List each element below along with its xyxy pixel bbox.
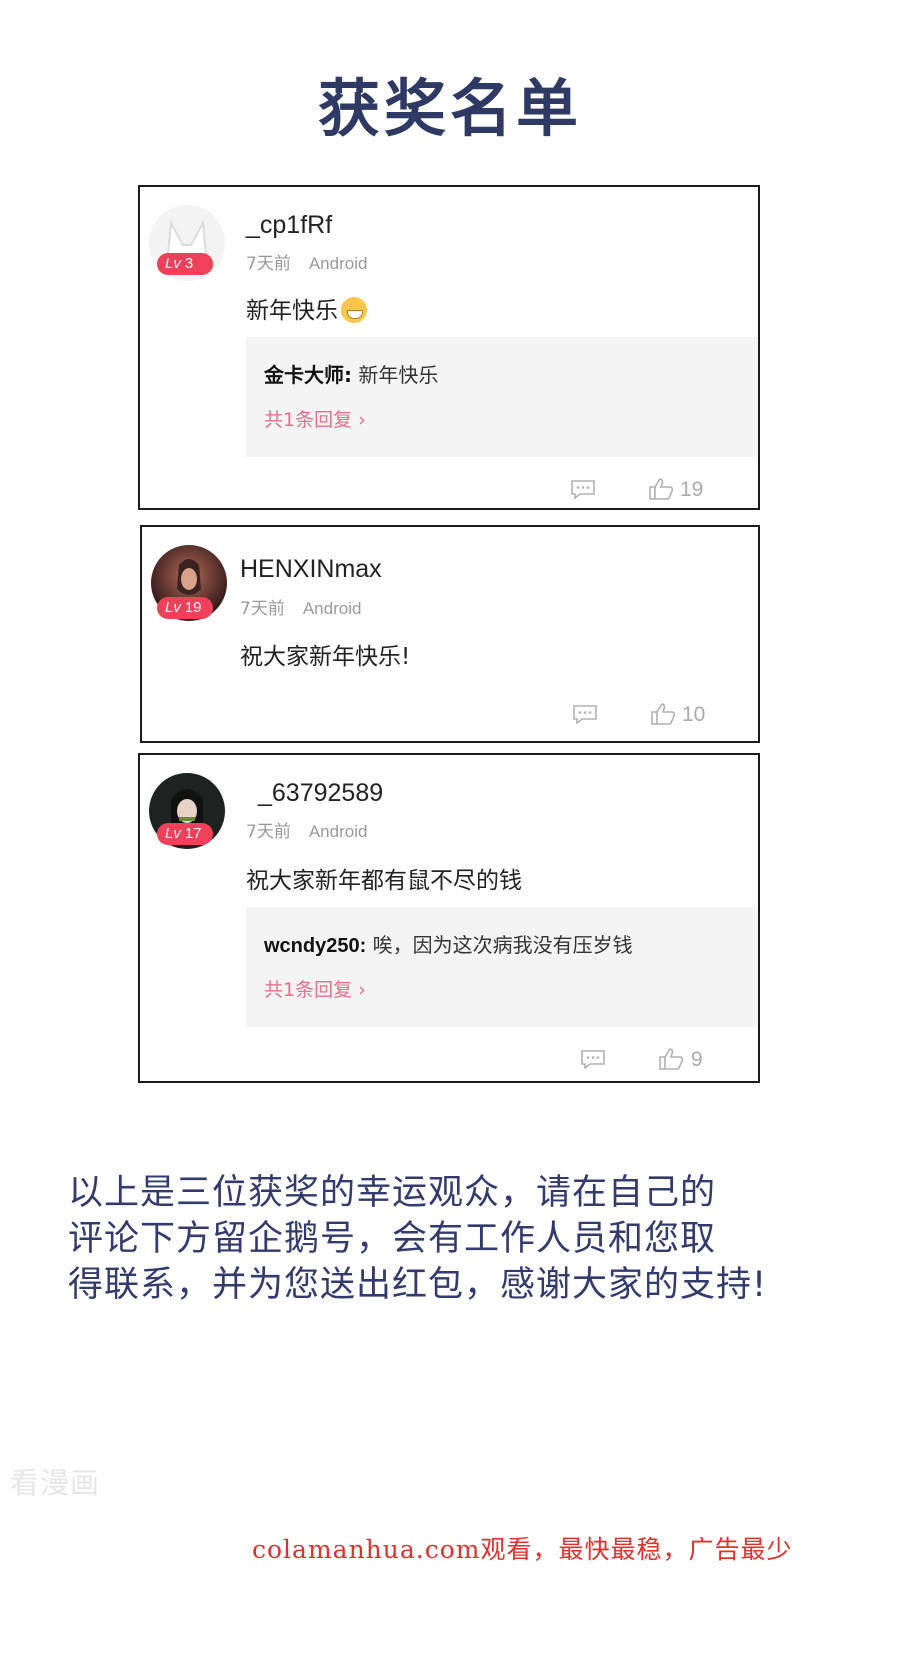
level-number: 19 xyxy=(184,599,202,616)
username[interactable]: _cp1fRf xyxy=(246,211,332,240)
comment-bubble-icon[interactable] xyxy=(570,479,596,499)
comment-meta: 7天前 Android xyxy=(246,249,367,274)
username[interactable]: HENXINmax xyxy=(240,555,382,584)
grin-emoji-icon xyxy=(341,297,367,323)
comment-text: 祝大家新年快乐! xyxy=(240,644,411,670)
level-badge: Lv 3 xyxy=(157,253,213,275)
reply-username[interactable]: wcndy250: xyxy=(264,935,366,957)
announcement-line-1: 以上是三位获奖的幸运观众，请在自己的 xyxy=(68,1173,717,1213)
reply-text: 新年快乐 xyxy=(358,363,439,387)
view-replies-link[interactable]: 共1条回复 › xyxy=(264,405,366,432)
announcement-line-2: 评论下方留企鹅号，会有工作人员和您取 xyxy=(68,1219,717,1259)
source-note[interactable]: colamanhua.com观看，最快最稳，广告最少 xyxy=(252,1530,792,1566)
reply-preview[interactable]: 金卡大师: 新年快乐 共1条回复 › xyxy=(246,337,758,457)
reply-username[interactable]: 金卡大师: xyxy=(264,363,352,387)
level-badge: Lv 17 xyxy=(157,823,213,845)
reply-preview[interactable]: wcndy250: 唉，因为这次病我没有压岁钱 共1条回复 › xyxy=(246,907,758,1027)
comment-time: 7天前 xyxy=(246,254,291,274)
comment-platform: Android xyxy=(308,822,368,841)
like-count: 19 xyxy=(680,478,704,501)
comment-meta: 7天前 Android xyxy=(246,817,367,842)
level-prefix: Lv xyxy=(165,599,181,616)
like-count: 9 xyxy=(691,1048,703,1071)
comment-time: 7天前 xyxy=(246,822,291,842)
announcement-line-3: 得联系，并为您送出红包，感谢大家的支持! xyxy=(68,1265,768,1305)
watermark: 看漫画 xyxy=(10,1466,101,1500)
level-prefix: Lv xyxy=(165,825,181,842)
thumbs-up-icon[interactable] xyxy=(658,1047,684,1071)
level-prefix: Lv xyxy=(165,255,181,272)
comment-bubble-icon[interactable] xyxy=(580,1049,606,1069)
comment-text: 祝大家新年都有鼠不尽的钱 xyxy=(246,868,522,894)
comment-card-2: Lv 19 HENXINmax 7天前 Android 祝大家新年快乐! 10 xyxy=(140,525,760,743)
reply-line: wcndy250: 唉，因为这次病我没有压岁钱 xyxy=(264,929,633,958)
comment-card-1: Lv 3 _cp1fRf 7天前 Android 新年快乐 金卡大师: 新年快乐 共… xyxy=(138,185,760,510)
comment-text-value: 新年快乐 xyxy=(246,298,338,324)
level-number: 17 xyxy=(184,825,202,842)
comment-text: 新年快乐 xyxy=(246,291,367,325)
comment-platform: Android xyxy=(302,599,362,618)
page-title: 获奖名单 xyxy=(317,72,582,145)
thumbs-up-icon[interactable] xyxy=(648,477,674,501)
reply-text: 唉，因为这次病我没有压岁钱 xyxy=(372,933,633,957)
reply-line: 金卡大师: 新年快乐 xyxy=(264,359,438,388)
like-count: 10 xyxy=(682,703,706,726)
level-number: 3 xyxy=(184,255,194,272)
comment-meta: 7天前 Android xyxy=(240,594,361,619)
level-badge: Lv 19 xyxy=(157,597,213,619)
comment-time: 7天前 xyxy=(240,599,285,619)
thumbs-up-icon[interactable] xyxy=(650,702,676,726)
comment-platform: Android xyxy=(308,254,368,273)
comment-bubble-icon[interactable] xyxy=(572,704,598,724)
view-replies-link[interactable]: 共1条回复 › xyxy=(264,975,366,1002)
comment-card-3: Lv 17 _63792589 7天前 Android 祝大家新年都有鼠不尽的钱 w… xyxy=(138,753,760,1083)
username[interactable]: _63792589 xyxy=(258,779,383,808)
announcement-text: 以上是三位获奖的幸运观众，请在自己的 评论下方留企鹅号，会有工作人员和您取 得联… xyxy=(68,1170,848,1308)
